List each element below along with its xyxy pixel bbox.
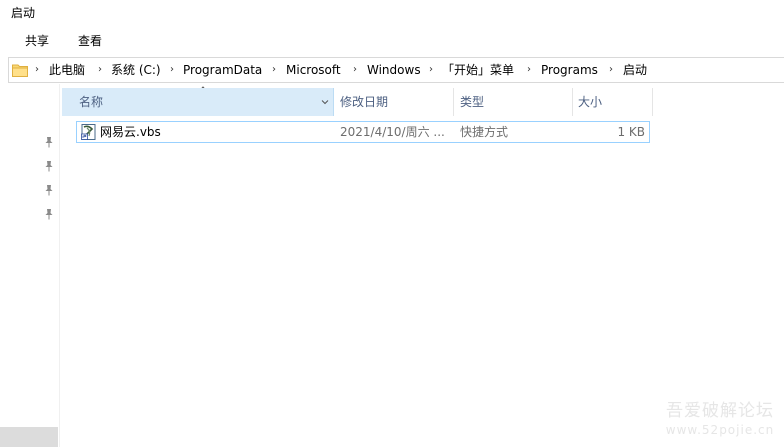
chevron-right-icon[interactable]: › (609, 58, 613, 82)
breadcrumb-windows[interactable]: Windows (367, 58, 421, 82)
pin-icon[interactable] (44, 184, 54, 196)
watermark-url: www.52pojie.cn (665, 423, 775, 437)
breadcrumb-startup[interactable]: 启动 (623, 58, 647, 82)
pin-icon[interactable] (44, 208, 54, 220)
column-header-name-label: 名称 (79, 95, 104, 109)
column-header-date-modified[interactable]: 修改日期 (334, 88, 454, 116)
folder-icon (12, 64, 28, 77)
column-header-name[interactable]: 名称 (62, 88, 334, 116)
pin-icon[interactable] (44, 136, 54, 148)
window-title: 启动 (11, 6, 36, 20)
column-header-type-label: 类型 (460, 95, 485, 109)
breadcrumb-this-pc[interactable]: 此电脑 (49, 58, 85, 82)
chevron-right-icon[interactable]: › (98, 58, 102, 82)
file-date-modified: 2021/4/10/周六 ... (340, 125, 445, 139)
title-bar[interactable]: 启动 (0, 0, 784, 24)
chevron-right-icon[interactable]: › (353, 58, 357, 82)
address-bar[interactable]: › 此电脑 › 系统 (C:) › ProgramData › Microsof… (8, 57, 784, 83)
watermark: 吾爱破解论坛 www.52pojie.cn (660, 400, 780, 444)
breadcrumb-system-drive[interactable]: 系统 (C:) (111, 58, 161, 82)
file-type: 快捷方式 (460, 125, 509, 139)
column-header-type[interactable]: 类型 (454, 88, 573, 116)
chevron-right-icon[interactable]: › (170, 58, 174, 82)
explorer-window: 启动 共享 查看 › 此电脑 › 系统 (C:) › ProgramData ›… (0, 0, 784, 447)
tab-view[interactable]: 查看 (78, 31, 102, 51)
ribbon-tabs: 共享 查看 (0, 26, 784, 54)
breadcrumb-microsoft[interactable]: Microsoft (286, 58, 341, 82)
chevron-right-icon[interactable]: › (35, 58, 39, 82)
chevron-right-icon[interactable]: › (527, 58, 531, 82)
column-header-date-label: 修改日期 (340, 95, 389, 109)
file-size: 1 KB (617, 125, 645, 139)
tab-share[interactable]: 共享 (25, 31, 49, 51)
breadcrumb-programdata[interactable]: ProgramData (183, 58, 262, 82)
chevron-down-icon[interactable] (321, 99, 329, 105)
chevron-right-icon[interactable]: › (429, 58, 433, 82)
navigation-pane-bottom-item[interactable] (0, 427, 58, 447)
column-header-size-label: 大小 (578, 95, 603, 109)
breadcrumb-start-menu[interactable]: 「开始」菜单 (442, 58, 514, 82)
file-name: 网易云.vbs (100, 125, 161, 139)
chevron-right-icon[interactable]: › (272, 58, 276, 82)
watermark-title: 吾爱破解论坛 (666, 401, 774, 421)
column-header-size[interactable]: 大小 (573, 88, 653, 116)
breadcrumb-programs[interactable]: Programs (541, 58, 598, 82)
pin-icon[interactable] (44, 160, 54, 172)
navigation-pane[interactable] (0, 84, 60, 447)
vbs-shortcut-icon (81, 124, 96, 140)
file-row[interactable]: 网易云.vbs 2021/4/10/周六 ... 快捷方式 1 KB (76, 121, 650, 143)
